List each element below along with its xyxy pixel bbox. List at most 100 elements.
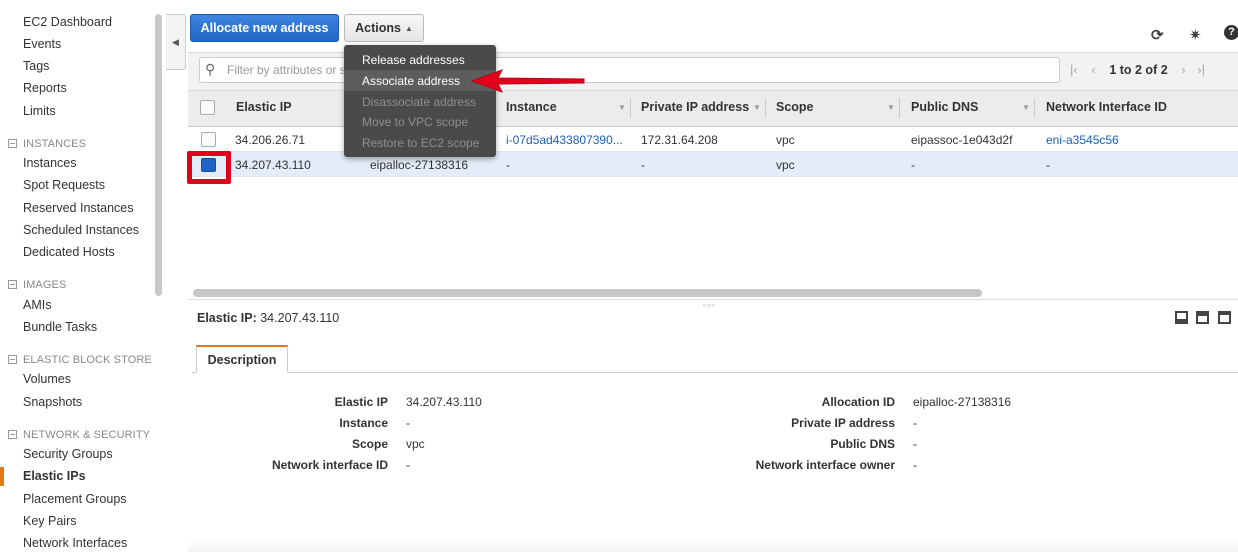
column-header-scope[interactable]: Scope [776, 100, 814, 114]
help-icon[interactable]: ? [1224, 25, 1238, 40]
detail-value-private-ip: - [913, 416, 917, 430]
cell-scope: vpc [776, 133, 795, 147]
annotation-arrow-icon [470, 69, 585, 93]
detail-label-scope: Scope [351, 437, 388, 451]
sort-caret-icon[interactable]: ▼ [753, 103, 761, 112]
detail-label-private-ip: Private IP address [791, 416, 895, 430]
nav-volumes[interactable]: Volumes [23, 372, 71, 386]
detail-value-network-interface-id: - [406, 458, 410, 472]
prev-page-icon[interactable]: ‹ [1091, 62, 1095, 77]
cell-elastic-ip: 34.206.26.71 [235, 133, 306, 147]
sidebar-scrollbar[interactable] [155, 14, 162, 296]
menu-item-release-addresses[interactable]: Release addresses [362, 53, 465, 67]
detail-label-instance: Instance [339, 416, 388, 430]
search-icon: ⚲ [205, 61, 216, 77]
nav-reports[interactable]: Reports [23, 81, 67, 95]
nav-placement-groups[interactable]: Placement Groups [23, 492, 127, 506]
detail-value-allocation-id: eipalloc-27138316 [913, 395, 1012, 409]
nav-amis[interactable]: AMIs [23, 298, 51, 312]
nav-section-network-security[interactable]: NETWORK & SECURITY [8, 429, 150, 441]
menu-item-associate-address[interactable]: Associate address [362, 74, 460, 88]
cell-allocation-id: eipalloc-27138316 [370, 158, 469, 172]
horizontal-scrollbar[interactable] [193, 289, 982, 297]
nav-elastic-ips[interactable]: Elastic IPs [0, 467, 86, 486]
next-page-icon[interactable]: › [1181, 62, 1185, 77]
sort-caret-icon[interactable]: ▼ [1022, 103, 1030, 112]
column-divider [1034, 98, 1035, 118]
row-checkbox[interactable] [201, 132, 216, 147]
select-all-checkbox[interactable] [200, 100, 215, 115]
nav-section-instances[interactable]: INSTANCES [8, 138, 86, 150]
column-header-instance[interactable]: Instance [506, 100, 557, 114]
menu-item-disassociate-address: Disassociate address [362, 95, 477, 109]
cell-private-ip: 172.31.64.208 [641, 133, 718, 147]
cell-instance: - [506, 158, 510, 172]
detail-value-network-interface-owner: - [913, 458, 917, 472]
nav-snapshots[interactable]: Snapshots [23, 395, 82, 409]
gear-icon[interactable]: ✷ [1189, 26, 1202, 44]
layout-split-icon[interactable] [1196, 311, 1209, 324]
nav-network-interfaces[interactable]: Network Interfaces [23, 536, 127, 550]
bottom-fade [188, 540, 1238, 552]
sort-caret-icon[interactable]: ▼ [887, 103, 895, 112]
menu-item-move-to-vpc-scope: Move to VPC scope [362, 115, 469, 129]
detail-value-elastic-ip: 34.207.43.110 [406, 395, 482, 409]
tab-description[interactable]: Description [196, 345, 288, 373]
pagination: |‹ ‹ 1 to 2 of 2 › ›| [1070, 62, 1205, 77]
annotation-highlight-box [187, 151, 231, 184]
column-header-elastic-ip[interactable]: Elastic IP [236, 100, 292, 114]
nav-events[interactable]: Events [23, 37, 61, 51]
detail-value-scope: vpc [406, 437, 425, 451]
layout-top-icon[interactable] [1218, 311, 1231, 324]
detail-label-elastic-ip: Elastic IP [334, 395, 388, 409]
cell-eni-link[interactable]: eni-a3545c56 [1046, 133, 1119, 147]
collapse-icon [8, 430, 17, 439]
nav-spot-requests[interactable]: Spot Requests [23, 178, 105, 192]
detail-value-public-dns: - [913, 437, 917, 451]
cell-instance-link[interactable]: i-07d5ad433807390... [506, 133, 623, 147]
refresh-icon[interactable]: ⟳ [1151, 26, 1164, 44]
tab-divider [192, 372, 1238, 373]
nav-security-groups[interactable]: Security Groups [23, 447, 113, 461]
actions-button[interactable]: Actions ▲ [344, 14, 424, 42]
sort-caret-icon[interactable]: ▼ [618, 103, 626, 112]
column-divider [765, 98, 766, 118]
cell-elastic-ip: 34.207.43.110 [235, 158, 311, 172]
nav-scheduled-instances[interactable]: Scheduled Instances [23, 223, 139, 237]
column-header-network-interface-id[interactable]: Network Interface ID [1046, 100, 1167, 114]
sidebar: EC2 Dashboard Events Tags Reports Limits… [0, 0, 152, 552]
nav-section-ebs[interactable]: ELASTIC BLOCK STORE [8, 354, 152, 366]
nav-tags[interactable]: Tags [23, 59, 49, 73]
collapse-icon [8, 280, 17, 289]
nav-reserved-instances[interactable]: Reserved Instances [23, 201, 133, 215]
chevron-left-icon: ◀ [172, 36, 179, 47]
detail-title: Elastic IP: 34.207.43.110 [197, 311, 340, 325]
nav-limits[interactable]: Limits [23, 104, 56, 118]
column-header-public-dns[interactable]: Public DNS [911, 100, 978, 114]
collapse-icon [8, 355, 17, 364]
cell-public-dns: - [911, 158, 915, 172]
menu-item-restore-to-ec2-scope: Restore to EC2 scope [362, 136, 480, 150]
cell-scope: vpc [776, 158, 795, 172]
nav-section-images[interactable]: IMAGES [8, 279, 66, 291]
last-page-icon[interactable]: ›| [1197, 62, 1205, 77]
layout-bottom-icon[interactable] [1175, 311, 1188, 324]
detail-label-allocation-id: Allocation ID [821, 395, 895, 409]
nav-key-pairs[interactable]: Key Pairs [23, 514, 77, 528]
search-placeholder: Filter by attributes or s [227, 63, 346, 77]
nav-dedicated-hosts[interactable]: Dedicated Hosts [23, 245, 115, 259]
allocate-new-address-button[interactable]: Allocate new address [190, 14, 339, 42]
detail-value-instance: - [406, 416, 410, 430]
cell-eni: - [1046, 158, 1050, 172]
detail-label-network-interface-id: Network interface ID [271, 458, 388, 472]
resize-handle-icon[interactable]: ▫▫▫ [703, 300, 716, 310]
page-range-text: 1 to 2 of 2 [1109, 63, 1168, 77]
nav-ec2-dashboard[interactable]: EC2 Dashboard [23, 15, 112, 29]
column-divider [899, 98, 900, 118]
column-header-private-ip[interactable]: Private IP address [641, 100, 749, 114]
nav-instances[interactable]: Instances [23, 156, 77, 170]
first-page-icon[interactable]: |‹ [1070, 62, 1078, 77]
collapse-sidebar-button[interactable]: ◀ [166, 14, 186, 70]
nav-bundle-tasks[interactable]: Bundle Tasks [23, 320, 97, 334]
collapse-icon [8, 139, 17, 148]
